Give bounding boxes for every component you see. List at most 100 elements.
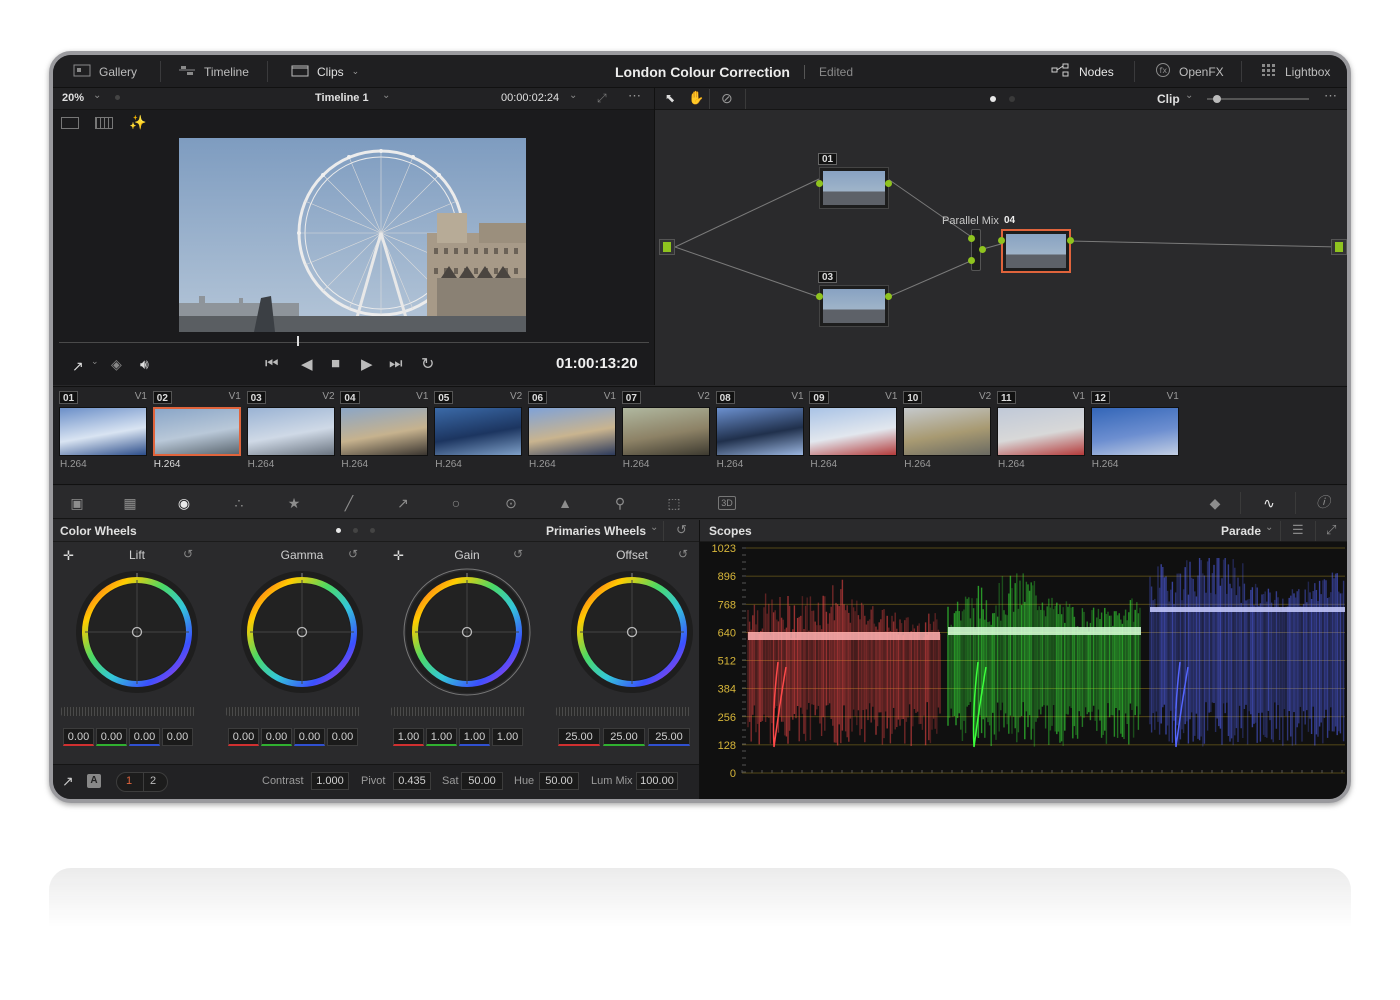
- clip-image[interactable]: [152, 407, 241, 456]
- timecode-chevron-icon[interactable]: ⌄: [569, 90, 577, 101]
- clip-thumbnail[interactable]: 09 V1 H.264: [809, 391, 899, 476]
- scope-mode-chevron-icon[interactable]: ⌄: [1265, 522, 1273, 533]
- node-input[interactable]: [659, 239, 675, 255]
- blur-icon[interactable]: ▲: [555, 494, 575, 512]
- crosshair-picker-icon[interactable]: ✛: [393, 548, 404, 564]
- clip-image[interactable]: [59, 407, 147, 456]
- stop-icon[interactable]: ■︎: [331, 355, 340, 372]
- sat-field[interactable]: 50.00: [461, 772, 503, 790]
- play-icon[interactable]: ▶︎: [361, 355, 373, 373]
- wheel-value-field[interactable]: 1.00: [492, 728, 523, 746]
- clip-thumbnail[interactable]: 07 V2 H.264: [621, 391, 712, 476]
- wheel-value-field[interactable]: 0.00: [261, 728, 292, 746]
- wheel-value-field[interactable]: 1.00: [393, 728, 424, 746]
- mixer-output-port[interactable]: [979, 246, 986, 253]
- layers-icon[interactable]: ◈: [111, 356, 122, 373]
- wheel-value-field[interactable]: 1.00: [459, 728, 490, 746]
- wheel-value-field[interactable]: 0.00: [228, 728, 259, 746]
- clip-thumbnail[interactable]: 01 V1 H.264: [59, 391, 149, 476]
- clip-thumbnail[interactable]: 03 V2 H.264: [246, 391, 337, 476]
- page-dot-icon[interactable]: [1009, 96, 1015, 102]
- wheel-value-field[interactable]: 1.00: [426, 728, 457, 746]
- reset-wheel-icon[interactable]: ↺: [183, 547, 193, 561]
- page-1[interactable]: 1: [126, 775, 132, 787]
- reset-wheel-icon[interactable]: ↺: [678, 547, 688, 561]
- clips-button[interactable]: Clips ⌄: [291, 55, 359, 88]
- zoom-select[interactable]: 20%: [62, 92, 84, 104]
- clip-image[interactable]: [340, 407, 429, 456]
- timeline-select[interactable]: Timeline 1: [315, 92, 369, 104]
- 3d-icon[interactable]: 3D: [718, 496, 736, 510]
- auto-icon[interactable]: A: [87, 774, 101, 788]
- lightbox-button[interactable]: Lightbox: [1261, 55, 1330, 88]
- primaries-mode-select[interactable]: Primaries Wheels: [546, 524, 646, 538]
- key-icon[interactable]: ⚲: [610, 494, 630, 512]
- reset-all-icon[interactable]: ↺: [676, 522, 687, 538]
- viewer-image[interactable]: [179, 138, 526, 332]
- page-toggle[interactable]: 1 2: [116, 772, 168, 792]
- timeline-button[interactable]: Timeline: [178, 55, 249, 88]
- scope-settings-icon[interactable]: ☰: [1292, 522, 1304, 538]
- mode-chevron-icon[interactable]: ⌄: [650, 522, 658, 533]
- source-timecode[interactable]: 00:00:02:24: [501, 92, 559, 104]
- node-input-port[interactable]: [816, 293, 823, 300]
- color-wheels-icon[interactable]: ◉: [174, 494, 194, 512]
- lummix-field[interactable]: 100.00: [636, 772, 678, 790]
- pointer-tool-icon[interactable]: ⬉: [665, 91, 675, 105]
- contrast-field[interactable]: 1.000: [311, 772, 349, 790]
- color-wheel[interactable]: [401, 566, 533, 698]
- node-output[interactable]: [1331, 239, 1347, 255]
- info-icon[interactable]: ⓘ: [1313, 494, 1333, 512]
- scopes-icon[interactable]: ∿: [1259, 494, 1279, 512]
- wheel-value-field[interactable]: 0.00: [327, 728, 358, 746]
- magic-wand-icon[interactable]: ✨: [129, 114, 146, 131]
- timeline-chevron-icon[interactable]: ⌄: [382, 90, 390, 101]
- node-output-port[interactable]: [1067, 237, 1074, 244]
- curves-icon[interactable]: ╱: [339, 494, 359, 512]
- hue-field[interactable]: 50.00: [539, 772, 579, 790]
- gallery-button[interactable]: Gallery: [73, 55, 137, 88]
- master-wheel-slider[interactable]: [556, 707, 690, 716]
- motion-effects-icon[interactable]: ★: [284, 494, 304, 512]
- auto-balance-icon[interactable]: ↗: [62, 773, 74, 790]
- node-zoom-slider[interactable]: [1207, 95, 1309, 103]
- node-mode-select[interactable]: Clip: [1157, 92, 1180, 106]
- wheel-value-field[interactable]: 0.00: [162, 728, 193, 746]
- master-wheel-slider[interactable]: [61, 707, 195, 716]
- clip-image[interactable]: [715, 407, 804, 456]
- node-input-port[interactable]: [998, 237, 1005, 244]
- nodes-button[interactable]: Nodes: [1051, 55, 1114, 88]
- clip-thumbnail[interactable]: 04 V1 H.264: [340, 391, 430, 476]
- clip-thumbnail[interactable]: 10 V2 H.264: [903, 391, 993, 476]
- clip-image[interactable]: [997, 407, 1085, 456]
- master-wheel-slider[interactable]: [391, 707, 525, 716]
- grid-view-icon[interactable]: [95, 117, 113, 129]
- clip-image[interactable]: [528, 407, 616, 456]
- audio-icon[interactable]: 🔊︎: [140, 356, 149, 373]
- node-output-port[interactable]: [885, 180, 892, 187]
- clip-thumbnail[interactable]: 11 V1 H.264: [997, 391, 1087, 476]
- qualifier-icon[interactable]: ↗: [393, 494, 413, 512]
- page-dot-icon[interactable]: [353, 528, 358, 533]
- bypass-icon[interactable]: ⊘: [721, 90, 733, 107]
- clip-thumbnail[interactable]: 12 V1 H.264: [1090, 391, 1181, 476]
- camera-raw-icon[interactable]: ▣: [67, 494, 87, 512]
- page-dot-active-icon[interactable]: [990, 96, 996, 102]
- more-options-icon[interactable]: ⋯: [628, 88, 642, 104]
- node-input-port[interactable]: [816, 180, 823, 187]
- clip-thumbnail[interactable]: 08 V1 H.264: [715, 391, 806, 476]
- wheel-value-field[interactable]: 0.00: [63, 728, 94, 746]
- clip-image[interactable]: [903, 407, 992, 456]
- wheel-value-field[interactable]: 25.00: [558, 728, 600, 746]
- mixer-input-port-2[interactable]: [968, 257, 975, 264]
- hand-tool-icon[interactable]: ✋: [688, 90, 704, 106]
- wheel-value-field[interactable]: 0.00: [96, 728, 127, 746]
- window-icon[interactable]: ○: [446, 494, 466, 512]
- slider-handle[interactable]: [1213, 95, 1221, 103]
- picker-chevron-icon[interactable]: ⌄: [91, 356, 99, 367]
- single-view-icon[interactable]: [61, 117, 79, 129]
- sizing-icon[interactable]: ⬚: [664, 494, 684, 512]
- picker-icon[interactable]: ↗: [72, 358, 84, 375]
- play-reverse-icon[interactable]: ◀︎: [301, 355, 313, 373]
- loop-icon[interactable]: ↻: [421, 354, 434, 374]
